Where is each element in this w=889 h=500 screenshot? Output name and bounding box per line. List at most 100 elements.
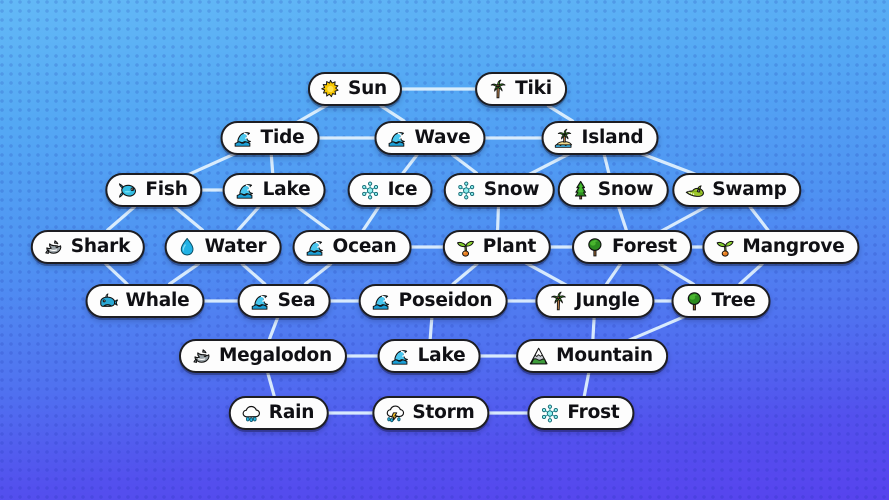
edge-forest-jungle (604, 262, 623, 286)
node-plant[interactable]: Plant (442, 230, 552, 264)
wave-icon (306, 240, 323, 256)
shark-icon (45, 239, 62, 254)
node-mountain[interactable]: Mountain (516, 339, 668, 373)
node-water[interactable]: Water (164, 230, 282, 264)
wave-icon (388, 131, 405, 147)
node-label: Jungle (575, 289, 640, 311)
droplet-icon (180, 237, 194, 256)
edge-mountain-frost (582, 371, 591, 398)
edge-poseidon-lake2 (428, 316, 434, 341)
edge-sun-wave (379, 104, 406, 123)
fish-icon (118, 182, 136, 198)
edge-fish-shark (106, 205, 136, 232)
edge-shark-whale (104, 262, 129, 286)
node-label: Snow (483, 178, 540, 200)
node-label: Mountain (556, 344, 653, 366)
seedling-icon (716, 240, 734, 257)
edge-ice-ocean (361, 205, 381, 232)
storm-cloud-icon (386, 404, 405, 422)
node-megalodon[interactable]: Megalodon (178, 339, 348, 373)
wave-icon (391, 349, 408, 365)
node-label: Tide (260, 126, 305, 148)
node-poseidon[interactable]: Poseidon (358, 284, 508, 318)
evergreen-icon (574, 180, 587, 199)
node-label: Tiki (515, 77, 552, 99)
node-snow1[interactable]: Snow (443, 173, 555, 207)
wave-icon (251, 294, 268, 310)
node-shark[interactable]: Shark (30, 230, 146, 264)
node-rain[interactable]: Rain (228, 396, 330, 430)
node-whale[interactable]: Whale (85, 284, 205, 318)
node-label: Plant (482, 235, 537, 257)
node-label: Poseidon (398, 289, 493, 311)
edge-wave-ice (401, 153, 419, 175)
node-label: Lake (417, 344, 466, 366)
node-fish[interactable]: Fish (105, 173, 203, 207)
wave-icon (234, 131, 251, 147)
node-jungle[interactable]: Jungle (535, 284, 655, 318)
node-label: Whale (125, 289, 190, 311)
edge-forest-tree (657, 262, 696, 286)
edge-ocean-sea (303, 262, 333, 286)
node-ocean[interactable]: Ocean (292, 230, 412, 264)
whale-icon (100, 292, 119, 307)
node-label: Sun (347, 77, 388, 99)
node-label: Wave (414, 126, 471, 148)
wave-icon (372, 294, 390, 310)
edge-tide-lake1 (269, 153, 275, 175)
node-label: Lake (262, 178, 311, 200)
node-ice[interactable]: Ice (347, 173, 433, 207)
tree-icon (687, 291, 701, 310)
node-snow2[interactable]: Snow (557, 173, 669, 207)
edge-water-sea (240, 262, 267, 286)
snowflake-icon (541, 403, 558, 423)
edge-lake1-water (236, 205, 261, 232)
edge-jungle-mountain (591, 316, 596, 341)
node-label: Forest (612, 235, 677, 257)
snowflake-icon (458, 180, 475, 200)
island-icon (554, 128, 573, 148)
edge-tiki-island (546, 104, 575, 123)
rain-cloud-icon (242, 405, 260, 422)
shark-icon (193, 348, 210, 363)
edge-sun-tide (295, 103, 330, 124)
node-label: Storm (412, 401, 475, 423)
node-label: Rain (268, 401, 315, 423)
edge-plant-jungle (522, 260, 570, 288)
mountain-icon (529, 347, 548, 364)
node-label: Frost (567, 401, 620, 423)
snowflake-icon (362, 180, 379, 200)
edge-island-snow2 (602, 153, 611, 175)
edge-snow1-plant (496, 205, 500, 232)
node-label: Ocean (332, 235, 397, 257)
node-swamp[interactable]: Swamp (672, 173, 802, 207)
node-wave[interactable]: Wave (374, 121, 486, 155)
node-label: Ice (387, 178, 418, 200)
node-island[interactable]: Island (541, 121, 659, 155)
node-label: Tree (711, 289, 756, 311)
edge-swamp-forest (657, 203, 712, 234)
node-sea[interactable]: Sea (237, 284, 331, 318)
node-tiki[interactable]: Tiki (475, 72, 567, 106)
node-storm[interactable]: Storm (372, 396, 490, 430)
node-lake2[interactable]: Lake (377, 339, 481, 373)
node-tide[interactable]: Tide (220, 121, 320, 155)
edge-water-whale (168, 262, 200, 286)
node-mangrove[interactable]: Mangrove (702, 230, 860, 264)
node-sun[interactable]: Sun (307, 72, 403, 106)
edge-megalodon-rain (266, 371, 276, 398)
node-forest[interactable]: Forest (572, 230, 692, 264)
palm-tree-icon (490, 79, 506, 98)
edge-snow2-forest (617, 205, 628, 232)
node-tree[interactable]: Tree (671, 284, 771, 318)
node-lake1[interactable]: Lake (222, 173, 326, 207)
node-label: Megalodon (218, 344, 333, 366)
edge-wave-snow1 (451, 153, 478, 175)
node-label: Island (581, 126, 644, 148)
node-frost[interactable]: Frost (527, 396, 635, 430)
node-label: Fish (145, 178, 188, 200)
node-label: Water (204, 235, 267, 257)
crafting-graph-board: Sun Tiki Tide Wave Island Fish Lake Ice Snow Snow… (0, 0, 889, 500)
edge-plant-poseidon (451, 262, 479, 286)
edge-swamp-mangrove (748, 205, 770, 232)
